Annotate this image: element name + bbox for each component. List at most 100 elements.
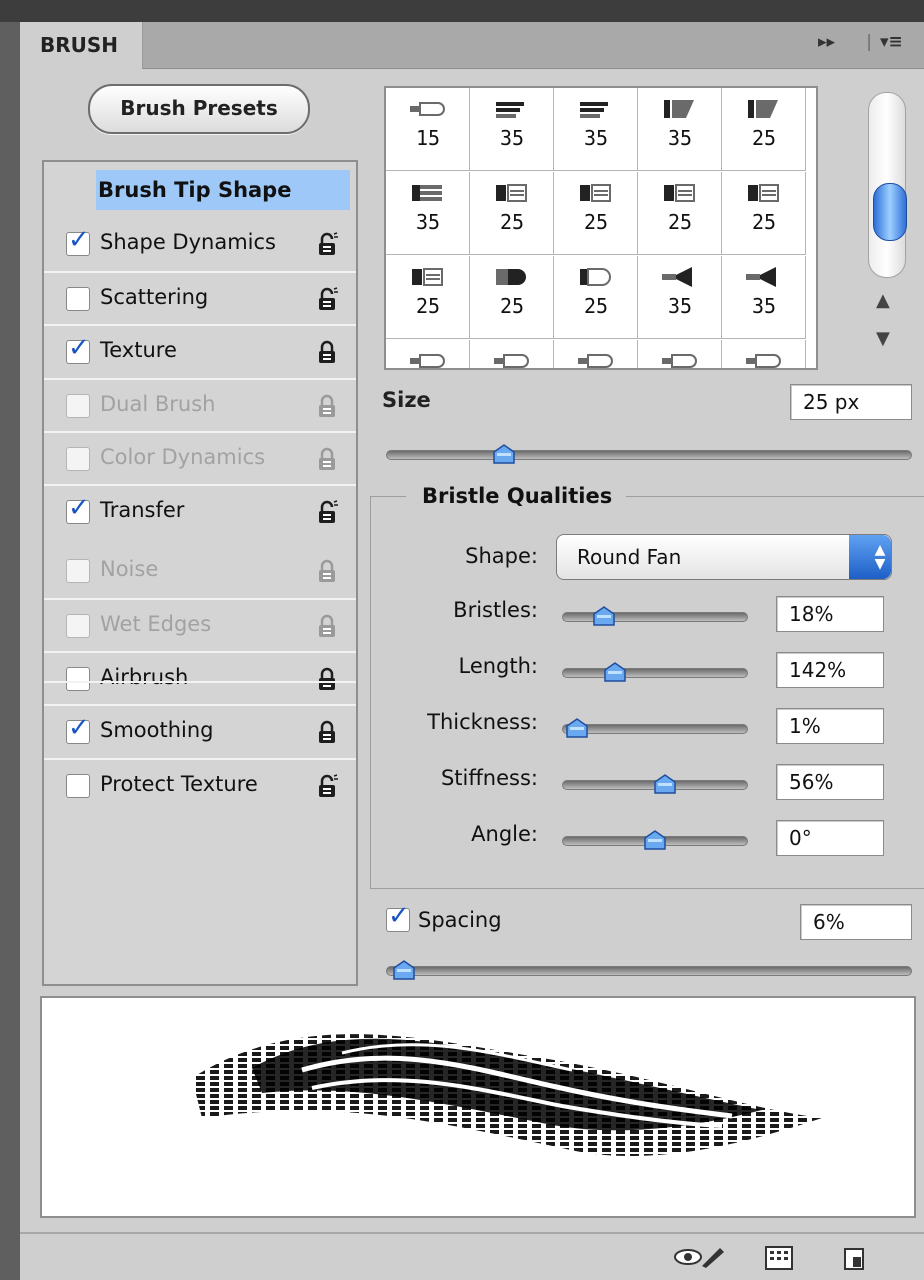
brush-preset-tile[interactable]: 25	[554, 256, 638, 339]
option-airbrush[interactable]: Airbrush	[44, 651, 356, 706]
brush-preset-tile[interactable]: 35	[386, 172, 470, 255]
option-checkbox[interactable]	[66, 447, 90, 471]
option-checkbox[interactable]: ✓	[66, 333, 90, 364]
option-texture[interactable]: ✓ Texture	[44, 324, 356, 379]
bristle-param-slider[interactable]	[562, 774, 748, 794]
brush-tip-shape-item[interactable]: Brush Tip Shape	[96, 170, 350, 210]
brush-preset-tile[interactable]	[638, 340, 722, 368]
checkmark-icon: ✓	[68, 333, 90, 363]
lock-icon[interactable]	[316, 559, 338, 583]
unlock-icon[interactable]	[316, 774, 338, 798]
brush-preset-tile[interactable]: 25	[722, 88, 806, 171]
size-slider[interactable]	[386, 444, 912, 464]
brush-preset-tile[interactable]: 25	[470, 256, 554, 339]
unlock-icon[interactable]	[316, 232, 338, 256]
flat-bristle-icon	[492, 98, 532, 120]
brush-preset-tile[interactable]	[470, 340, 554, 368]
bristle-param-label: Angle:	[471, 822, 538, 846]
bristle-param-input[interactable]: 0°	[776, 820, 884, 856]
size-label: Size	[382, 388, 431, 412]
option-smoothing[interactable]: ✓ Smoothing	[44, 704, 356, 759]
brush-preset-tile[interactable]: 35	[470, 88, 554, 171]
brush-preset-tile[interactable]: 15	[386, 88, 470, 171]
size-input[interactable]: 25 px	[790, 384, 912, 420]
panel-menu-icon[interactable]: ▾≡	[880, 32, 903, 52]
bristle-param-input[interactable]: 1%	[776, 708, 884, 744]
option-checkbox[interactable]: ✓	[66, 713, 90, 744]
shape-dropdown[interactable]: Round Fan ▲ ▼	[556, 534, 892, 580]
brush-preset-tile[interactable]	[722, 340, 806, 368]
scroll-track[interactable]	[868, 92, 907, 278]
bristle-param-slider[interactable]	[562, 830, 748, 850]
option-scattering[interactable]: Scattering	[44, 271, 356, 326]
option-checkbox[interactable]	[66, 614, 90, 638]
option-shape-dynamics[interactable]: ✓ Shape Dynamics	[44, 218, 356, 271]
slider-knob[interactable]	[392, 959, 416, 981]
option-checkbox[interactable]	[66, 559, 90, 583]
brush-preset-tile[interactable]: 25	[470, 172, 554, 255]
spacing-slider[interactable]	[386, 960, 912, 980]
option-color-dynamics[interactable]: Color Dynamics	[44, 431, 356, 486]
brush-preset-tile[interactable]: 35	[638, 256, 722, 339]
scroll-up-arrow-icon[interactable]: ▲	[876, 290, 890, 311]
option-transfer[interactable]: ✓ Transfer	[44, 484, 356, 539]
lock-icon[interactable]	[316, 667, 338, 691]
shape-label: Shape:	[465, 544, 538, 568]
brush-panel: BRUSH ▸▸ | ▾≡ Brush Presets Brush Tip Sh…	[20, 22, 924, 1280]
scroll-down-arrow-icon[interactable]: ▼	[876, 328, 890, 349]
slider-knob[interactable]	[643, 829, 667, 851]
create-new-brush-icon[interactable]	[842, 1244, 868, 1272]
brush-editor-grid-icon[interactable]	[764, 1244, 794, 1272]
option-protect-texture[interactable]: Protect Texture	[44, 758, 356, 813]
option-checkbox[interactable]: ✓	[66, 493, 90, 524]
brush-preset-tile[interactable]: 25	[386, 256, 470, 339]
bristle-param-slider[interactable]	[562, 718, 748, 738]
lock-icon[interactable]	[316, 340, 338, 364]
brush-preset-tile[interactable]: 25	[638, 172, 722, 255]
option-noise[interactable]: Noise	[44, 545, 356, 598]
spacing-checkbox[interactable]: ✓	[386, 901, 410, 932]
option-checkbox[interactable]	[66, 774, 90, 798]
option-checkbox[interactable]	[66, 394, 90, 418]
lock-icon[interactable]	[316, 394, 338, 418]
list-divider	[44, 681, 356, 683]
brush-preset-tile[interactable]: 35	[638, 88, 722, 171]
option-checkbox[interactable]	[66, 287, 90, 311]
brush-preset-tile[interactable]	[386, 340, 470, 368]
toggle-live-tip-preview-icon[interactable]	[672, 1244, 730, 1272]
spacing-input[interactable]: 6%	[800, 904, 912, 940]
bristle-param-input[interactable]: 142%	[776, 652, 884, 688]
option-checkbox[interactable]	[66, 667, 90, 691]
bristle-param-input[interactable]: 18%	[776, 596, 884, 632]
unlock-icon[interactable]	[316, 500, 338, 524]
slider-knob[interactable]	[653, 773, 677, 795]
bristle-param-input[interactable]: 56%	[776, 764, 884, 800]
round-bristle-icon	[408, 98, 448, 120]
brush-preset-tile[interactable]	[554, 340, 638, 368]
brush-preset-tile[interactable]: 25	[722, 172, 806, 255]
slider-knob[interactable]	[492, 443, 516, 465]
collapse-arrows-icon[interactable]: ▸▸	[818, 32, 835, 52]
option-checkbox[interactable]: ✓	[66, 225, 90, 256]
option-dual-brush[interactable]: Dual Brush	[44, 378, 356, 433]
lock-icon[interactable]	[316, 614, 338, 638]
lock-icon[interactable]	[316, 447, 338, 471]
brush-size-label: 25	[751, 126, 777, 150]
brush-preset-tile[interactable]: 25	[554, 172, 638, 255]
option-wet-edges[interactable]: Wet Edges	[44, 598, 356, 653]
slider-knob[interactable]	[565, 717, 589, 739]
lock-icon[interactable]	[316, 720, 338, 744]
bristle-param-slider[interactable]	[562, 606, 748, 626]
flat-blunt-icon	[576, 182, 616, 204]
tab-brush[interactable]: BRUSH	[20, 22, 143, 69]
dropdown-arrows-icon[interactable]: ▲ ▼	[849, 535, 891, 579]
bristle-param-slider[interactable]	[562, 662, 748, 682]
unlock-icon[interactable]	[316, 287, 338, 311]
scroll-thumb[interactable]	[873, 183, 907, 241]
brush-preset-tile[interactable]: 35	[722, 256, 806, 339]
brush-presets-button[interactable]: Brush Presets	[88, 84, 310, 134]
brush-preset-tile[interactable]: 35	[554, 88, 638, 171]
presets-scrollbar[interactable]: ▲ ▼	[866, 84, 907, 366]
slider-knob[interactable]	[592, 605, 616, 627]
slider-knob[interactable]	[603, 661, 627, 683]
